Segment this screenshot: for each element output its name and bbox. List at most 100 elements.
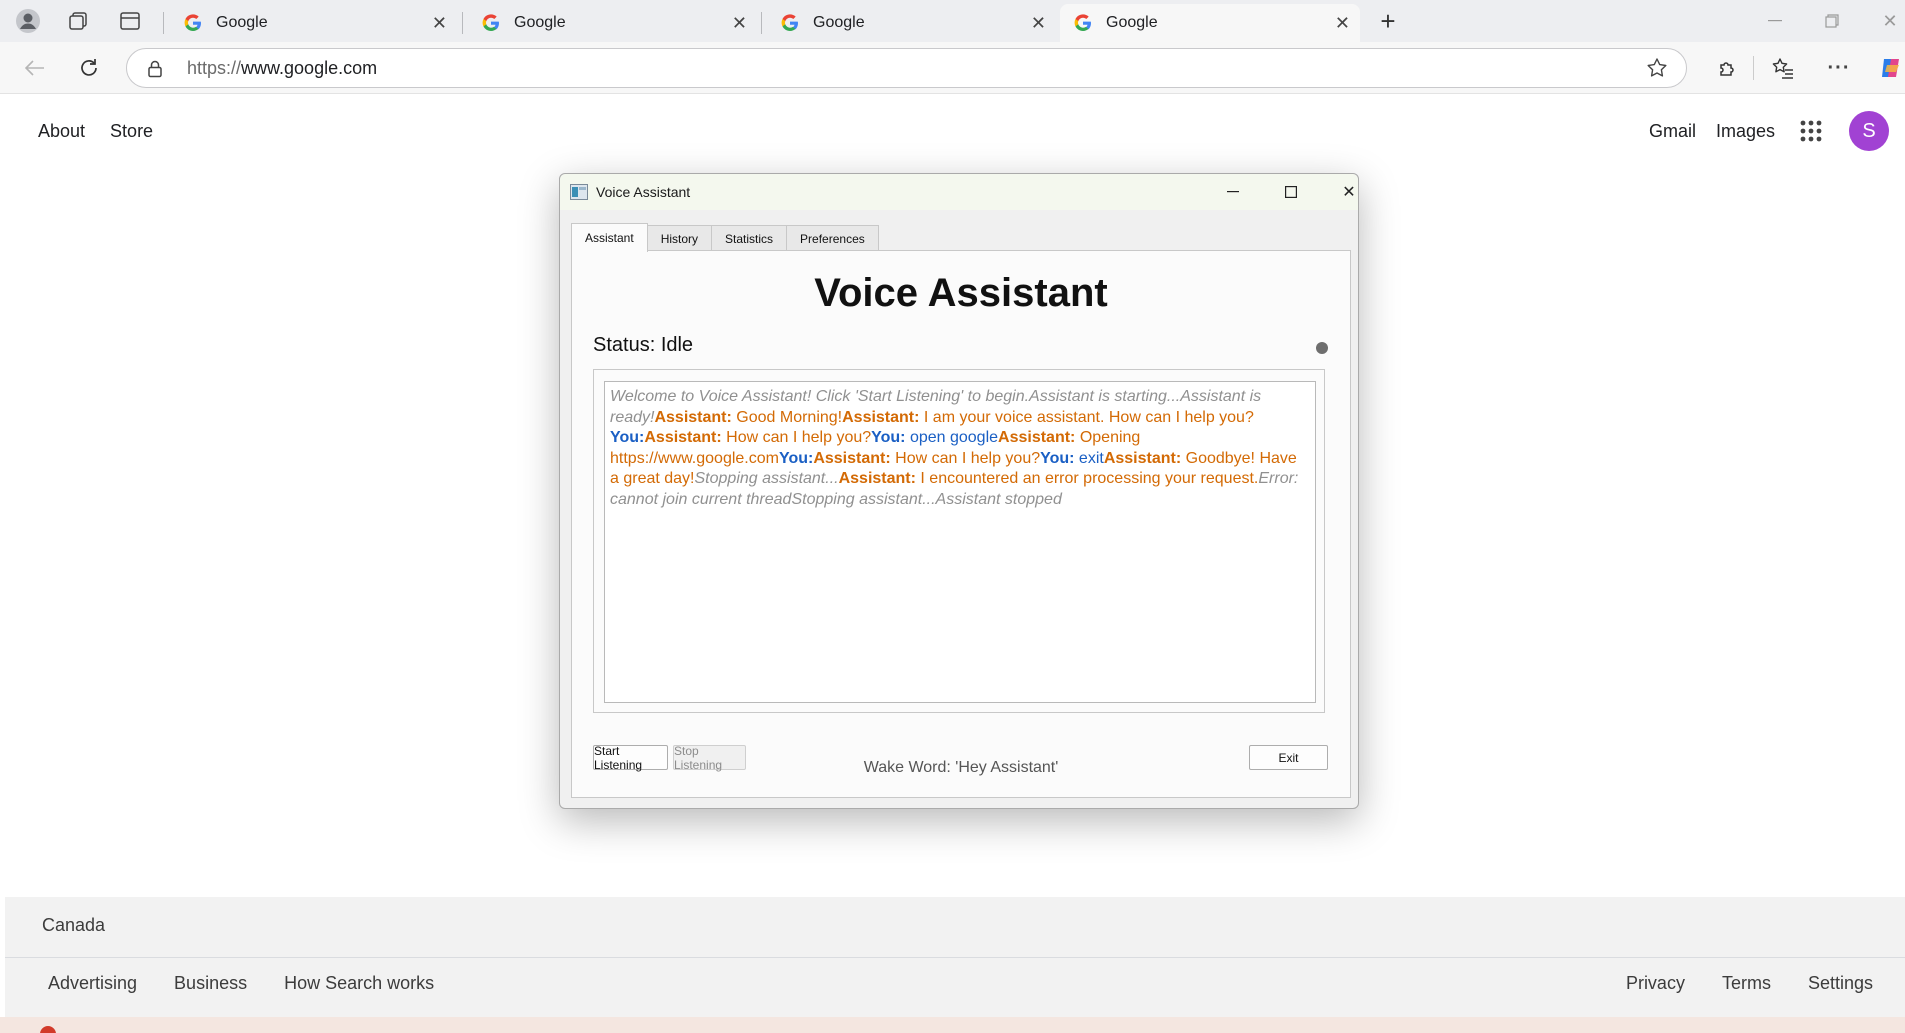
browser-tab-3[interactable]: Google ✕ [767,4,1056,42]
browser-toolbar: https://www.google.com ··· [0,42,1905,94]
browser-tab-4-active[interactable]: Google ✕ [1060,4,1360,42]
log-system-message: Stopping assistant... [694,470,839,487]
log-speaker-label: You: [871,429,906,446]
log-assistant-message: Assistant: How can I help you? [813,450,1040,467]
favorite-star-icon[interactable] [1646,57,1668,79]
conversation-group: Welcome to Voice Assistant! Click 'Start… [593,369,1325,713]
log-system-message: Welcome to Voice Assistant! Click 'Start… [610,388,1030,405]
log-message-text: I encountered an error processing your r… [915,470,1259,487]
google-g-icon [482,14,499,31]
window-restore-icon[interactable] [1812,6,1852,36]
log-assistant-message: Assistant: I am your voice assistant. Ho… [842,409,1254,426]
log-speaker-label: Assistant: [1103,449,1182,467]
window-minimize-icon[interactable] [1755,6,1795,36]
google-top-left-links: About Store [38,121,153,142]
log-speaker-label: You: [610,429,645,446]
log-message-text: How can I help you? [890,449,1041,467]
tab-history[interactable]: History [646,225,713,252]
url-text[interactable]: https://www.google.com [187,58,377,79]
log-system-message: Assistant is starting... [1029,388,1181,405]
dialog-maximize-icon[interactable] [1271,178,1311,206]
toolbar-divider [1753,56,1754,80]
google-g-icon [1074,14,1091,31]
back-arrow-icon[interactable] [18,52,52,84]
log-message-text: Good Morning! [731,408,843,426]
window-title: Voice Assistant [596,184,691,200]
log-user-message: You: [610,429,644,446]
window-close-icon[interactable]: ✕ [1870,6,1905,36]
log-speaker-label: You: [778,449,814,467]
gmail-link[interactable]: Gmail [1649,121,1696,142]
url-host: www.google.com [241,58,378,78]
refresh-icon[interactable] [72,52,106,84]
profile-icon[interactable] [8,6,48,36]
tab-separator [761,12,762,34]
voice-assistant-window: Voice Assistant ✕ Assistant History Stat… [559,173,1359,809]
vertical-tabs-icon[interactable] [110,6,150,36]
terms-link[interactable]: Terms [1722,973,1771,994]
tab-title: Google [216,14,268,31]
browser-tab-strip: Google ✕ Google ✕ Google ✕ Google ✕ + ✕ [0,0,1905,42]
window-titlebar[interactable]: Voice Assistant ✕ [560,174,1358,210]
advertising-link[interactable]: Advertising [48,973,137,994]
log-speaker-label: You: [1040,449,1075,467]
status-label: Status: Idle [593,334,694,356]
more-menu-icon[interactable]: ··· [1822,52,1856,84]
tab-separator [163,12,164,34]
log-speaker-label: Assistant: [998,429,1076,446]
images-link[interactable]: Images [1716,121,1775,142]
dialog-close-icon[interactable]: ✕ [1329,178,1369,206]
dialog-minimize-icon[interactable] [1213,178,1253,206]
taskbar-app-icon[interactable] [40,1026,56,1033]
footer-left-links: Advertising Business How Search works [48,973,434,994]
log-assistant-message: Assistant: I encountered an error proces… [839,470,1259,487]
extensions-icon[interactable] [1711,52,1745,84]
business-link[interactable]: Business [174,973,247,994]
close-tab-icon[interactable]: ✕ [1335,14,1350,32]
log-speaker-label: Assistant: [644,429,722,446]
about-link[interactable]: About [38,121,85,142]
conversation-log[interactable]: Welcome to Voice Assistant! Click 'Start… [604,381,1316,703]
tab-title: Google [813,14,865,31]
how-search-works-link[interactable]: How Search works [284,973,434,994]
log-message-text: exit [1074,449,1104,467]
account-avatar[interactable]: S [1849,111,1889,151]
close-tab-icon[interactable]: ✕ [732,14,747,32]
tab-separator [462,12,463,34]
log-assistant-message: Assistant: Good Morning! [654,409,842,426]
log-user-message: You: open google [871,429,998,446]
store-link[interactable]: Store [110,121,153,142]
log-speaker-label: Assistant: [842,408,920,426]
footer-country: Canada [42,915,106,935]
status-indicator-dot [1316,342,1328,354]
wake-word-label: Wake Word: 'Hey Assistant' [863,759,1059,776]
google-top-right-links: Gmail Images S [1649,111,1889,151]
browser-tab-1[interactable]: Google ✕ [170,4,457,42]
taskbar-edge [0,1017,1905,1033]
workspaces-icon[interactable] [58,6,98,36]
lock-icon[interactable] [147,60,163,78]
close-tab-icon[interactable]: ✕ [1031,14,1046,32]
google-apps-icon[interactable] [1791,111,1831,151]
log-message-text: open google [905,429,999,446]
tab-assistant[interactable]: Assistant [571,223,648,252]
log-system-message: Assistant stopped [935,490,1062,508]
copilot-icon[interactable] [1874,52,1905,84]
address-bar[interactable]: https://www.google.com [126,48,1687,88]
tab-preferences[interactable]: Preferences [786,225,879,252]
log-user-message: You: [779,450,813,467]
google-g-icon [781,14,798,31]
footer-right-links: Privacy Terms Settings [1626,973,1873,994]
close-tab-icon[interactable]: ✕ [432,14,447,32]
tab-statistics[interactable]: Statistics [711,225,788,252]
footer-divider [5,957,1905,958]
privacy-link[interactable]: Privacy [1626,973,1685,994]
page-heading: Voice Assistant [814,271,1108,315]
tab-title: Google [1106,14,1158,31]
settings-link[interactable]: Settings [1808,973,1873,994]
tab-title: Google [514,14,566,31]
browser-tab-2[interactable]: Google ✕ [468,4,757,42]
favorites-icon[interactable] [1766,52,1800,84]
new-tab-icon[interactable]: + [1372,6,1404,36]
url-protocol: https:// [187,58,242,78]
